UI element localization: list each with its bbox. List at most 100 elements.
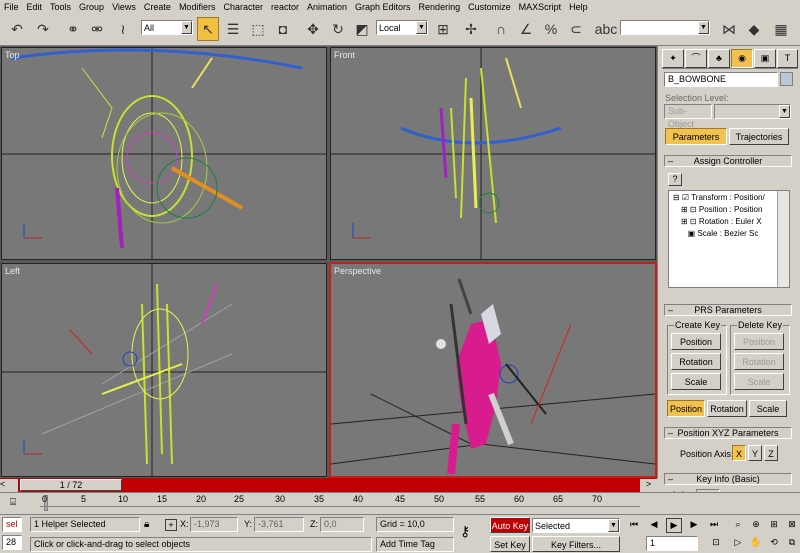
tree-item-scale[interactable]: ▣ Scale : Bezier Sc xyxy=(681,229,759,238)
selection-filter-dropdown[interactable]: All ▼ xyxy=(141,20,193,35)
menu-rendering[interactable]: Rendering xyxy=(415,0,465,14)
viewport-label-left[interactable]: Left xyxy=(5,266,20,276)
key-filters-button[interactable]: Key Filters... xyxy=(532,536,620,552)
delete-key-position-button[interactable]: Position xyxy=(734,333,784,350)
x-coordinate-field[interactable]: -1,973 xyxy=(190,517,238,532)
delete-key-scale-button[interactable]: Scale xyxy=(734,373,784,390)
zoom-extents-all-icon[interactable]: ⊠ xyxy=(784,518,800,533)
create-key-scale-button[interactable]: Scale xyxy=(671,373,721,390)
key-mode-dropdown[interactable]: Selected ▼ xyxy=(532,518,620,533)
z-coordinate-field[interactable]: 0,0 xyxy=(320,517,364,532)
play-icon[interactable]: ▶ xyxy=(666,518,682,533)
menu-tools[interactable]: Tools xyxy=(46,0,75,14)
rollout-position-xyz[interactable]: – Position XYZ Parameters xyxy=(664,427,792,439)
menu-character[interactable]: Character xyxy=(219,0,267,14)
modify-tab-icon[interactable]: ⌒ xyxy=(685,49,707,68)
rectangular-selection-icon[interactable]: ⬚ xyxy=(247,17,269,41)
spinner-snap-icon[interactable]: ⊂ xyxy=(565,17,587,41)
tree-item-position[interactable]: ⊞ ⊡ Position : Position xyxy=(681,205,762,214)
tree-scrollbar[interactable] xyxy=(777,191,789,287)
motion-tab-icon[interactable]: ◉ xyxy=(731,49,753,68)
zoom-icon[interactable]: ⌕ xyxy=(730,518,746,533)
object-name-field[interactable]: B_BOWBONE xyxy=(664,72,778,87)
hierarchy-tab-icon[interactable]: ♣ xyxy=(708,49,730,68)
y-coordinate-field[interactable]: -3,761 xyxy=(254,517,304,532)
auto-key-button[interactable]: Auto Key xyxy=(490,517,530,533)
go-to-end-icon[interactable]: ⏭ xyxy=(706,518,722,533)
snap-3d-icon[interactable]: ∩ xyxy=(490,17,512,41)
menu-graph-editors[interactable]: Graph Editors xyxy=(351,0,415,14)
time-configuration-icon[interactable]: ⊡ xyxy=(708,536,724,551)
tree-item-rotation[interactable]: ⊞ ⊡ Rotation : Euler X xyxy=(681,217,762,226)
viewport-front[interactable]: Front xyxy=(330,47,656,260)
previous-frame-icon[interactable]: ◀ xyxy=(646,518,662,533)
maxscript-listener-tag[interactable]: sel xyxy=(2,517,22,532)
pivot-center-icon[interactable]: ⊞ xyxy=(432,17,454,41)
rollout-assign-controller[interactable]: – Assign Controller xyxy=(664,155,792,167)
unlink-icon[interactable]: ⚮ xyxy=(86,17,108,41)
menu-reactor[interactable]: reactor xyxy=(267,0,303,14)
time-prev-icon[interactable]: < xyxy=(0,479,18,492)
zoom-extents-icon[interactable]: ⊞ xyxy=(766,518,782,533)
undo-icon[interactable]: ↶ xyxy=(6,17,28,41)
menu-maxscript[interactable]: MAXScript xyxy=(515,0,566,14)
arc-rotate-icon[interactable]: ⟲ xyxy=(766,536,782,551)
redo-icon[interactable]: ↷ xyxy=(32,17,54,41)
menu-file[interactable]: File xyxy=(0,0,23,14)
delete-key-rotation-button[interactable]: Rotation xyxy=(734,353,784,370)
bind-space-warp-icon[interactable]: ≀ xyxy=(112,17,134,41)
set-key-button[interactable]: Set Key xyxy=(490,536,530,552)
mirror-icon[interactable]: ⋈ xyxy=(718,17,740,41)
create-tab-icon[interactable]: ✦ xyxy=(662,49,684,68)
layer-manager-icon[interactable]: ▦ xyxy=(770,17,792,41)
next-frame-icon[interactable]: ▶ xyxy=(686,518,702,533)
axis-x-button[interactable]: X xyxy=(732,445,746,461)
pan-icon[interactable]: ✋ xyxy=(748,536,764,551)
menu-modifiers[interactable]: Modifiers xyxy=(175,0,220,14)
menu-help[interactable]: Help xyxy=(565,0,592,14)
current-frame-spinner[interactable]: 1 xyxy=(646,536,698,551)
viewport-perspective[interactable]: Perspective xyxy=(329,262,657,478)
window-crossing-icon[interactable]: ◘ xyxy=(272,17,294,41)
add-time-tag-button[interactable]: Add Time Tag xyxy=(376,537,454,552)
named-selection-dropdown[interactable]: ▼ xyxy=(620,20,710,35)
tab-trajectories[interactable]: Trajectories xyxy=(729,128,789,145)
utilities-tab-icon[interactable]: T xyxy=(777,49,798,68)
select-by-name-icon[interactable]: ☰ xyxy=(222,17,244,41)
menu-edit[interactable]: Edit xyxy=(23,0,47,14)
select-manipulate-icon[interactable]: ✢ xyxy=(460,17,482,41)
mode-rotation-button[interactable]: Rotation xyxy=(707,400,747,417)
align-icon[interactable]: ◆ xyxy=(743,17,765,41)
viewport-label-front[interactable]: Front xyxy=(334,50,355,60)
axis-y-button[interactable]: Y xyxy=(748,445,762,461)
zoom-all-icon[interactable]: ⊕ xyxy=(748,518,764,533)
sub-object-dropdown[interactable]: ▼ xyxy=(714,104,791,119)
object-color-swatch[interactable] xyxy=(780,72,793,86)
absolute-mode-icon[interactable]: + xyxy=(165,519,177,531)
viewport-top[interactable]: Top xyxy=(1,47,327,260)
reference-coord-dropdown[interactable]: Local ▼ xyxy=(376,20,428,35)
percent-snap-icon[interactable]: % xyxy=(540,17,562,41)
time-next-icon[interactable]: > xyxy=(640,479,657,492)
rollout-prs-parameters[interactable]: – PRS Parameters xyxy=(664,304,792,316)
angle-snap-icon[interactable]: ∠ xyxy=(515,17,537,41)
menu-views[interactable]: Views xyxy=(108,0,140,14)
menu-create[interactable]: Create xyxy=(140,0,175,14)
field-of-view-icon[interactable]: ▷ xyxy=(730,536,746,551)
lock-icon[interactable]: 🔒︎ xyxy=(144,519,149,530)
assign-controller-icon[interactable]: ? xyxy=(668,173,682,186)
key-icon[interactable]: ⚷ xyxy=(460,523,470,540)
move-icon[interactable]: ✥ xyxy=(302,17,324,41)
scale-icon[interactable]: ◩ xyxy=(351,17,373,41)
tree-item-transform[interactable]: ⊟ ☑ Transform : Position/ xyxy=(673,193,765,202)
create-key-rotation-button[interactable]: Rotation xyxy=(671,353,721,370)
viewport-label-top[interactable]: Top xyxy=(5,50,20,60)
mode-scale-button[interactable]: Scale xyxy=(749,400,787,417)
mode-position-button[interactable]: Position xyxy=(667,400,705,417)
select-object-icon[interactable]: ↖ xyxy=(197,17,219,41)
go-to-start-icon[interactable]: ⏮ xyxy=(626,518,642,533)
menu-group[interactable]: Group xyxy=(75,0,108,14)
time-slider[interactable]: 1 / 72 xyxy=(20,479,122,491)
menu-customize[interactable]: Customize xyxy=(464,0,515,14)
curve-editor-icon[interactable]: ⌸ xyxy=(10,497,16,508)
